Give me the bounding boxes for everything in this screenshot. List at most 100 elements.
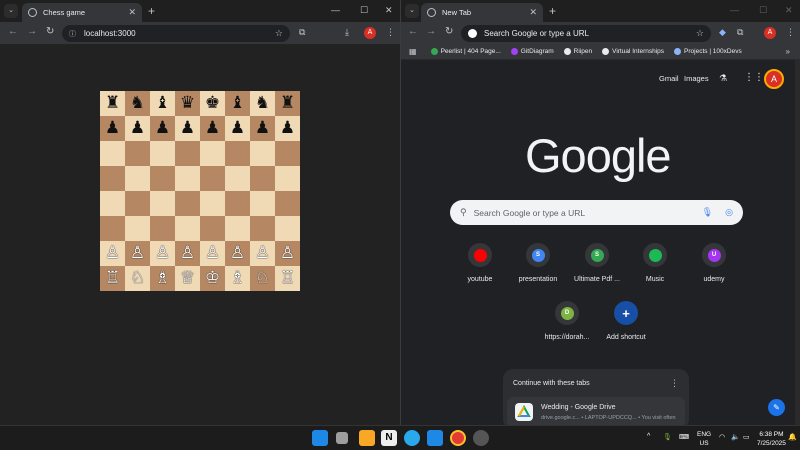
shortcut-tile[interactable]: Uudemy (684, 243, 744, 283)
board-square[interactable]: ♘ (250, 266, 275, 291)
board-square[interactable]: ♛ (175, 91, 200, 116)
board-square[interactable]: ♙ (275, 241, 300, 266)
board-square[interactable]: ♟ (275, 116, 300, 141)
show-hidden-icons[interactable]: ^ (647, 433, 650, 440)
board-square[interactable]: ♟ (225, 116, 250, 141)
chess-piece[interactable]: ♜ (105, 95, 120, 112)
chess-piece[interactable]: ♙ (155, 245, 170, 262)
chess-piece[interactable]: ♙ (255, 245, 270, 262)
tab-search-button[interactable]: ⌄ (4, 4, 18, 18)
close-window-button[interactable]: ✕ (785, 5, 793, 16)
reload-button[interactable]: ↻ (46, 26, 54, 37)
clock[interactable]: 6:38 PM 7/25/2025 (757, 430, 786, 448)
chess-piece[interactable]: ♟ (155, 120, 170, 137)
board-square[interactable] (175, 191, 200, 216)
board-square[interactable] (150, 141, 175, 166)
board-square[interactable] (200, 216, 225, 241)
chess-piece[interactable]: ♟ (105, 120, 120, 137)
add-shortcut-button[interactable]: + Add shortcut (596, 301, 656, 341)
shortcut-tile[interactable]: Spresentation (508, 243, 568, 283)
board-square[interactable] (175, 166, 200, 191)
forward-button[interactable]: → (27, 26, 37, 37)
bookmark-star-icon[interactable]: ☆ (696, 28, 704, 39)
google-apps-icon[interactable]: ⋮⋮ (744, 72, 764, 83)
card-menu-icon[interactable]: ⋮ (670, 378, 679, 389)
board-square[interactable]: ♟ (250, 116, 275, 141)
board-square[interactable] (200, 191, 225, 216)
board-square[interactable]: ♝ (150, 91, 175, 116)
board-square[interactable]: ♙ (125, 241, 150, 266)
chess-piece[interactable]: ♘ (130, 270, 145, 287)
board-square[interactable] (250, 191, 275, 216)
board-square[interactable] (275, 141, 300, 166)
new-tab-button[interactable]: + (148, 4, 155, 18)
microphone-icon[interactable]: 🎙 (663, 433, 672, 441)
board-square[interactable]: ♚ (200, 91, 225, 116)
board-square[interactable] (125, 166, 150, 191)
keyboard-icon[interactable]: ⌨ (679, 433, 689, 441)
wifi-icon[interactable]: ◠ (719, 433, 725, 441)
back-button[interactable]: ← (8, 26, 18, 37)
chess-piece[interactable]: ♙ (230, 245, 245, 262)
chess-piece[interactable]: ♘ (255, 270, 270, 287)
board-square[interactable] (100, 191, 125, 216)
board-square[interactable] (150, 166, 175, 191)
board-square[interactable] (150, 191, 175, 216)
bookmark-item[interactable]: Riipen (563, 48, 592, 55)
chess-piece[interactable]: ♞ (130, 95, 145, 112)
chess-piece[interactable]: ♟ (255, 120, 270, 137)
download-icon[interactable]: ⤓ (345, 27, 349, 38)
board-square[interactable]: ♘ (125, 266, 150, 291)
file-explorer-icon[interactable] (359, 430, 375, 446)
board-square[interactable]: ♗ (225, 266, 250, 291)
shortcut-tile[interactable]: Dhttps://dorah... (537, 301, 597, 341)
extensions-icon[interactable]: ⧉ (737, 27, 743, 38)
maximize-button[interactable]: ☐ (759, 5, 767, 16)
board-square[interactable]: ♙ (150, 241, 175, 266)
more-bookmarks-icon[interactable]: » (786, 47, 790, 56)
account-avatar[interactable]: A (764, 69, 784, 89)
address-bar[interactable]: ⓘ localhost:3000 ☆ (62, 25, 290, 42)
board-square[interactable]: ♞ (250, 91, 275, 116)
board-square[interactable]: ♜ (100, 91, 125, 116)
board-square[interactable]: ♝ (225, 91, 250, 116)
chess-piece[interactable]: ♙ (130, 245, 145, 262)
board-square[interactable]: ♜ (275, 91, 300, 116)
chess-piece[interactable]: ♟ (130, 120, 145, 137)
profile-avatar[interactable]: A (364, 27, 376, 39)
chess-piece[interactable]: ♙ (180, 245, 195, 262)
telegram-icon[interactable] (404, 430, 420, 446)
chess-piece[interactable]: ♙ (205, 245, 220, 262)
chess-piece[interactable]: ♝ (155, 95, 170, 112)
close-window-button[interactable]: ✕ (385, 5, 393, 16)
menu-icon[interactable]: ⋮ (786, 27, 795, 38)
close-tab-icon[interactable]: ✕ (529, 7, 537, 18)
chess-piece[interactable]: ♟ (230, 120, 245, 137)
bookmark-star-icon[interactable]: ☆ (275, 28, 283, 39)
chess-piece[interactable]: ♗ (155, 270, 170, 287)
board-square[interactable]: ♟ (200, 116, 225, 141)
board-square[interactable] (175, 141, 200, 166)
board-square[interactable]: ♖ (275, 266, 300, 291)
board-square[interactable] (275, 216, 300, 241)
lens-search-icon[interactable]: ◎ (725, 207, 733, 218)
board-square[interactable] (100, 141, 125, 166)
board-square[interactable]: ♟ (175, 116, 200, 141)
board-square[interactable] (225, 191, 250, 216)
board-square[interactable] (125, 216, 150, 241)
board-square[interactable]: ♕ (175, 266, 200, 291)
apps-grid-icon[interactable]: ▦ (409, 47, 417, 56)
chess-piece[interactable]: ♝ (230, 95, 245, 112)
chess-piece[interactable]: ♖ (105, 270, 120, 287)
board-square[interactable]: ♙ (200, 241, 225, 266)
board-square[interactable] (250, 141, 275, 166)
extensions-icon[interactable]: ⧉ (299, 27, 305, 38)
customize-chrome-button[interactable]: ✎ (768, 399, 785, 416)
chess-piece[interactable]: ♙ (105, 245, 120, 262)
board-square[interactable]: ♙ (175, 241, 200, 266)
forward-button[interactable]: → (426, 26, 436, 37)
board-square[interactable]: ♟ (100, 116, 125, 141)
board-square[interactable] (225, 141, 250, 166)
board-square[interactable]: ♟ (150, 116, 175, 141)
chess-piece[interactable]: ♟ (180, 120, 195, 137)
